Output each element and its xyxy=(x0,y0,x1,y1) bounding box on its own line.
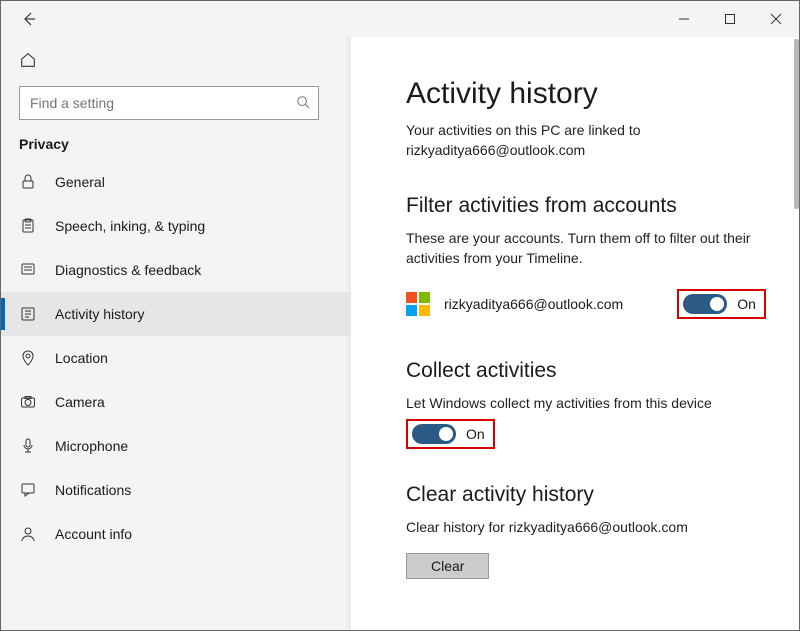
clear-button[interactable]: Clear xyxy=(406,553,489,579)
collect-toggle-highlight: On xyxy=(406,419,495,449)
mic-icon xyxy=(19,437,37,455)
clear-description: Clear history for rizkyaditya666@outlook… xyxy=(406,517,786,537)
maximize-button[interactable] xyxy=(707,1,753,37)
sidebar-item-account-info[interactable]: Account info xyxy=(1,512,351,556)
account-row: rizkyaditya666@outlook.com On xyxy=(406,289,799,319)
sidebar-item-label: Activity history xyxy=(55,306,144,322)
sidebar-section-title: Privacy xyxy=(1,130,351,160)
feedback-icon xyxy=(19,261,37,279)
sidebar-item-notifications[interactable]: Notifications xyxy=(1,468,351,512)
camera-icon xyxy=(19,393,37,411)
sidebar-item-camera[interactable]: Camera xyxy=(1,380,351,424)
sidebar-item-speech[interactable]: Speech, inking, & typing xyxy=(1,204,351,248)
collect-toggle-label: On xyxy=(466,426,485,442)
filter-toggle-highlight: On xyxy=(677,289,766,319)
sidebar-item-label: Account info xyxy=(55,526,132,542)
back-button[interactable] xyxy=(11,1,47,37)
sidebar: Privacy General Speech, inking, & typing… xyxy=(1,37,351,630)
clipboard-icon xyxy=(19,217,37,235)
home-icon xyxy=(19,51,39,71)
collect-description: Let Windows collect my activities from t… xyxy=(406,393,786,413)
search-field[interactable] xyxy=(28,94,296,112)
filter-toggle[interactable] xyxy=(683,294,727,314)
account-email: rizkyaditya666@outlook.com xyxy=(444,296,623,312)
home-button[interactable] xyxy=(1,45,351,82)
sidebar-item-label: Diagnostics & feedback xyxy=(55,262,201,278)
close-button[interactable] xyxy=(753,1,799,37)
clear-heading: Clear activity history xyxy=(406,483,799,507)
sidebar-item-activity-history[interactable]: Activity history xyxy=(1,292,351,336)
sidebar-item-general[interactable]: General xyxy=(1,160,351,204)
sidebar-item-label: Location xyxy=(55,350,108,366)
search-input[interactable] xyxy=(19,86,319,120)
sidebar-item-label: Camera xyxy=(55,394,105,410)
sidebar-item-label: Microphone xyxy=(55,438,128,454)
sidebar-item-location[interactable]: Location xyxy=(1,336,351,380)
minimize-button[interactable] xyxy=(661,1,707,37)
search-icon xyxy=(296,95,310,112)
filter-toggle-label: On xyxy=(737,296,756,312)
history-icon xyxy=(19,305,37,323)
sidebar-item-diagnostics[interactable]: Diagnostics & feedback xyxy=(1,248,351,292)
sidebar-item-label: General xyxy=(55,174,105,190)
lock-icon xyxy=(19,173,37,191)
collect-toggle[interactable] xyxy=(412,424,456,444)
page-title: Activity history xyxy=(406,77,799,111)
collect-heading: Collect activities xyxy=(406,359,799,383)
scrollbar-thumb[interactable] xyxy=(794,39,799,209)
filter-heading: Filter activities from accounts xyxy=(406,194,799,218)
bubble-icon xyxy=(19,481,37,499)
main-panel: Activity history Your activities on this… xyxy=(351,37,799,630)
page-subtitle: Your activities on this PC are linked to… xyxy=(406,121,756,160)
filter-description: These are your accounts. Turn them off t… xyxy=(406,228,786,269)
sidebar-item-label: Notifications xyxy=(55,482,131,498)
scrollbar[interactable] xyxy=(793,39,799,628)
microsoft-logo-icon xyxy=(406,292,430,316)
sidebar-item-microphone[interactable]: Microphone xyxy=(1,424,351,468)
window-titlebar xyxy=(1,1,799,37)
person-icon xyxy=(19,525,37,543)
pin-icon xyxy=(19,349,37,367)
window-controls xyxy=(661,1,799,37)
sidebar-item-label: Speech, inking, & typing xyxy=(55,218,205,234)
